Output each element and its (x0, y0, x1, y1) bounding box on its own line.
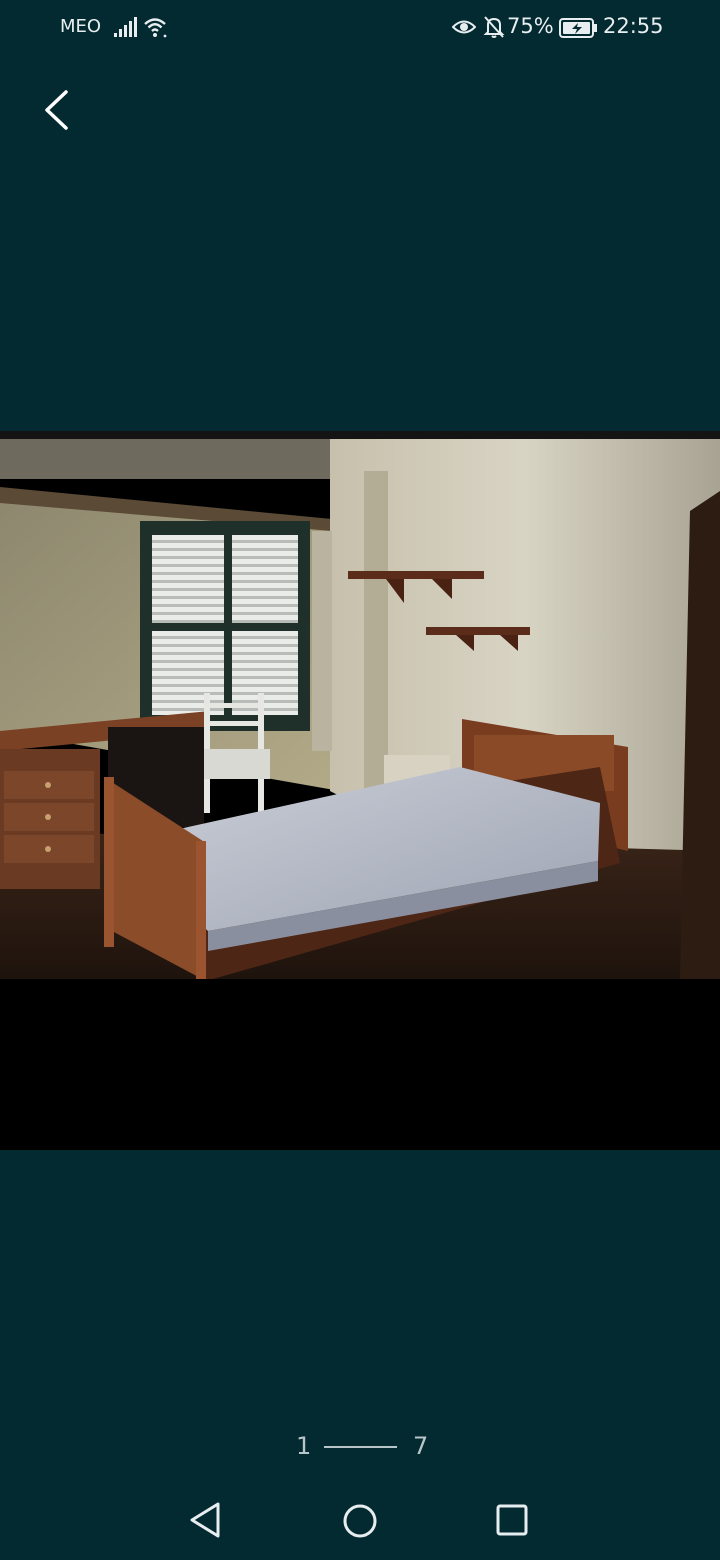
chevron-left-icon (45, 90, 68, 130)
battery-charging-icon (559, 18, 599, 42)
page-divider (324, 1446, 397, 1448)
nav-home-button[interactable] (341, 1502, 379, 1544)
back-button[interactable] (30, 82, 86, 138)
wifi-icon (143, 15, 169, 43)
eye-icon (451, 18, 477, 40)
battery-percent: 75% (507, 14, 554, 38)
signal-icon (114, 17, 138, 41)
system-nav-bar (0, 1482, 720, 1560)
nav-recents-button[interactable] (495, 1503, 529, 1541)
gallery-photo[interactable] (0, 431, 720, 1150)
nav-back-button[interactable] (186, 1500, 224, 1544)
photo-viewer-screen: MEO 75% 22:55 1 7 (0, 0, 720, 1560)
triangle-back-icon (190, 1502, 220, 1538)
square-recents-icon (496, 1504, 528, 1536)
clock: 22:55 (603, 14, 664, 38)
circle-home-icon (343, 1504, 377, 1538)
bedroom-photo (0, 431, 720, 1150)
page-indicator: 1 7 (0, 1430, 720, 1464)
page-total: 7 (413, 1432, 429, 1460)
status-bar: MEO 75% 22:55 (0, 0, 720, 56)
carrier-label: MEO (60, 16, 102, 37)
bell-off-icon (483, 15, 505, 43)
page-current: 1 (296, 1432, 312, 1460)
